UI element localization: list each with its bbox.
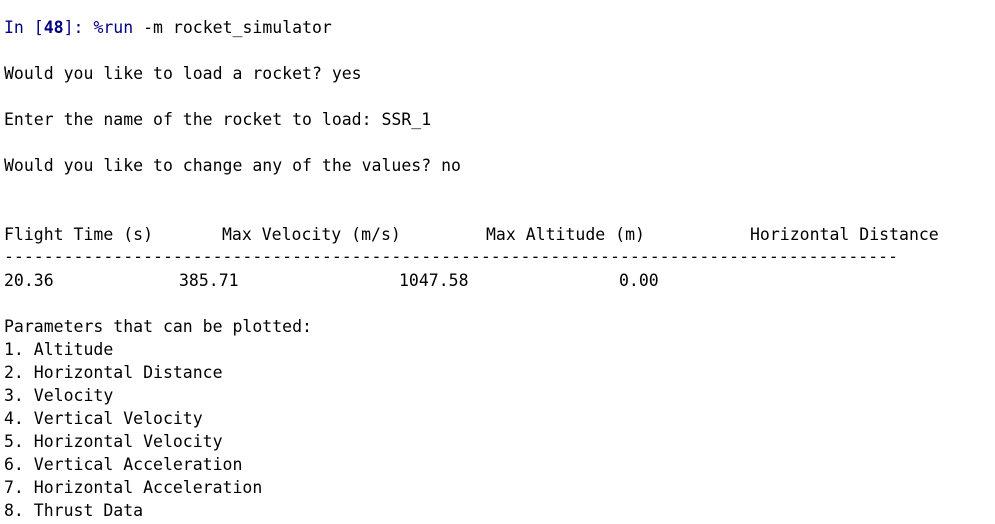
- value-flight-time: 20.36: [4, 271, 54, 290]
- change-values-question: Would you like to change any of the valu…: [4, 156, 461, 175]
- menu-item-vertical-velocity: 4. Vertical Velocity: [4, 409, 203, 428]
- menu-item-altitude: 1. Altitude: [4, 340, 114, 359]
- command-args: -m rocket_simulator: [133, 18, 332, 37]
- menu-item-horizontal-velocity: 5. Horizontal Velocity: [4, 432, 223, 451]
- menu-item-velocity: 3. Velocity: [4, 386, 114, 405]
- input-prompt: In [48]: %run -m rocket_simulator: [4, 18, 332, 38]
- rocket-name-question: Enter the name of the rocket to load: SS…: [4, 110, 432, 129]
- header-max-altitude: Max Altitude (m): [486, 225, 645, 244]
- menu-item-thrust-data: 8. Thrust Data: [4, 501, 144, 520]
- prompt-close: ]:: [63, 18, 94, 37]
- prompt-number: 48: [43, 18, 64, 37]
- menu-item-vertical-acceleration: 6. Vertical Acceleration: [4, 455, 243, 474]
- header-horizontal-distance: Horizontal Distance: [750, 225, 939, 244]
- value-horizontal-distance: 0.00: [619, 271, 659, 290]
- header-max-velocity: Max Velocity (m/s): [222, 225, 401, 244]
- prompt-in-label: In [: [4, 18, 44, 37]
- load-rocket-question: Would you like to load a rocket? yes: [4, 64, 362, 83]
- menu-heading: Parameters that can be plotted:: [4, 317, 312, 336]
- table-divider: ----------------------------------------…: [4, 247, 899, 266]
- value-max-altitude: 1047.58: [399, 271, 469, 290]
- magic-command: %run: [93, 18, 134, 37]
- menu-item-horizontal-distance: 2. Horizontal Distance: [4, 363, 223, 382]
- value-max-velocity: 385.71: [179, 271, 239, 290]
- menu-item-horizontal-acceleration: 7. Horizontal Acceleration: [4, 478, 263, 497]
- header-flight-time: Flight Time (s): [4, 225, 154, 244]
